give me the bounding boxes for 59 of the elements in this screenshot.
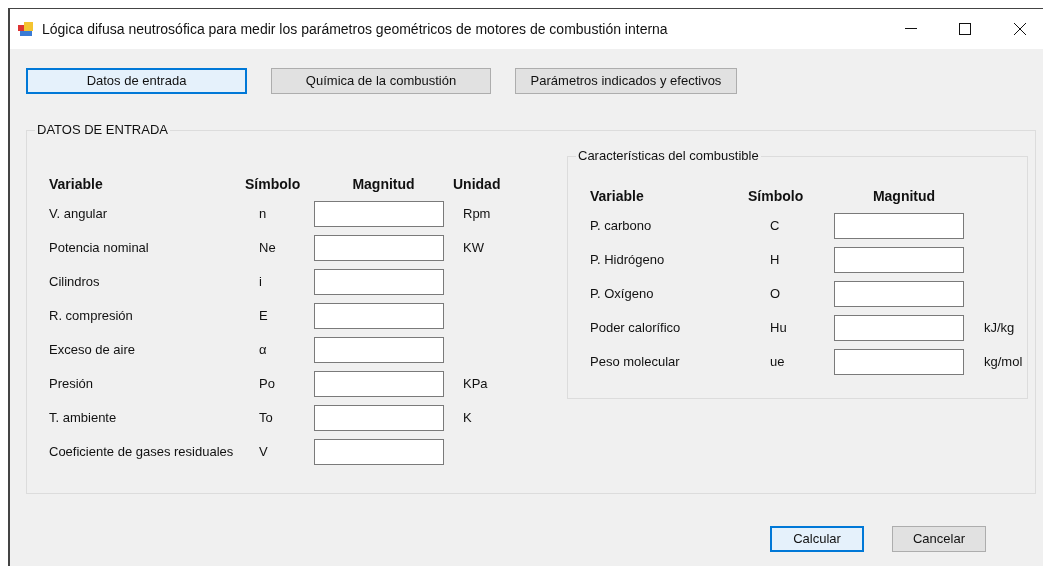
magnitude-field[interactable] (834, 281, 964, 307)
symbol-label: To (258, 409, 274, 428)
variable-label: Presión (49, 375, 95, 394)
variable-label: Poder calorífico (590, 319, 682, 338)
magnitude-field[interactable] (314, 371, 444, 397)
magnitude-field[interactable] (314, 201, 444, 227)
unit-label: Rpm (462, 205, 492, 224)
column-header: Variable (590, 186, 645, 206)
column-header: Magnitud (351, 174, 416, 194)
unit-label: K (462, 409, 473, 428)
variable-label: Potencia nominal (49, 239, 150, 258)
column-header: Símbolo (244, 174, 302, 194)
unit-label: KW (462, 239, 485, 258)
variable-label: Cilindros (49, 273, 101, 292)
variable-label: V. angular (49, 205, 109, 224)
symbol-label: V (258, 443, 269, 462)
magnitude-field[interactable] (314, 439, 444, 465)
magnitude-field[interactable] (834, 349, 964, 375)
variable-label: Coeficiente de gases residuales (49, 443, 235, 462)
magnitude-field[interactable] (314, 235, 444, 261)
magnitude-field[interactable] (314, 303, 444, 329)
variable-label: P. Hidrógeno (590, 251, 666, 270)
variable-label: P. Oxígeno (590, 285, 655, 304)
button[interactable]: Calcular (770, 526, 864, 552)
button[interactable]: Química de la combustión (271, 68, 491, 94)
app-icon (18, 21, 34, 37)
symbol-label: C (769, 217, 781, 236)
column-header: Magnitud (871, 186, 937, 206)
variable-label: R. compresión (49, 307, 134, 326)
symbol-label: Po (258, 375, 276, 394)
variable-label: P. carbono (590, 217, 653, 236)
magnitude-field[interactable] (834, 247, 964, 273)
magnitude-field[interactable] (314, 337, 444, 363)
variable-label: T. ambiente (49, 409, 118, 428)
unit-label: kg/mol (983, 353, 1024, 372)
symbol-label: n (258, 205, 268, 224)
symbol-label: Hu (769, 319, 788, 338)
symbol-label: Ne (258, 239, 277, 258)
column-header: Variable (49, 174, 104, 194)
variable-label: Peso molecular (590, 353, 681, 372)
symbol-label: O (769, 285, 782, 304)
magnitude-field[interactable] (314, 269, 444, 295)
column-header: Símbolo (748, 186, 805, 206)
column-header: Unidad (453, 174, 502, 194)
button[interactable]: Datos de entrada (26, 68, 247, 94)
symbol-label: i (258, 273, 263, 292)
magnitude-field[interactable] (834, 315, 964, 341)
symbol-label: α (258, 341, 268, 360)
button[interactable]: Cancelar (892, 526, 986, 552)
button[interactable]: Parámetros indicados y efectivos (515, 68, 737, 94)
magnitude-field[interactable] (834, 213, 964, 239)
magnitude-field[interactable] (314, 405, 444, 431)
symbol-label: E (258, 307, 269, 326)
symbol-label: ue (769, 353, 786, 372)
variable-label: Exceso de aire (49, 341, 136, 360)
unit-label: KPa (462, 375, 489, 394)
window-title: Lógica difusa neutrosófica para medir los parámetros geométricos de motores de combustión interna (42, 19, 668, 39)
unit-label: kJ/kg (983, 319, 1016, 338)
symbol-label: H (769, 251, 781, 270)
